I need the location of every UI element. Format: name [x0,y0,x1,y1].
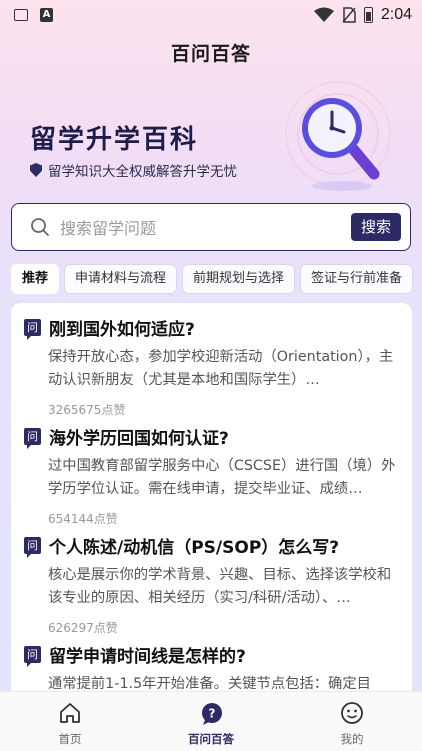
search-input[interactable] [58,214,352,242]
nav-profile-label: 我的 [340,732,364,746]
gallery-icon [14,9,28,21]
question-list: 问 刚到国外如何适应? 保持开放心态，参加学校迎新活动（Orientation）… [11,303,412,691]
tab-early-planning[interactable]: 前期规划与选择 [182,264,296,294]
notification-a-icon: A [40,8,53,22]
nav-profile[interactable]: 我的 [302,692,402,751]
page-title: 百问百答 [170,43,251,65]
like-count: 626297点赞 [48,621,118,635]
answer-preview: 保持开放心态，参加学校迎新活动（Orientation），主动认识新朋友（尤其是… [48,349,394,388]
answer-preview: 过中国教育部留学服务中心（CSCSE）进行国（境）外学历学位认证。需在线申请，提… [48,458,396,497]
nav-qa-label: 百问百答 [188,732,234,746]
question-title: 刚到国外如何适应? [49,319,195,340]
no-sim-icon [342,7,356,23]
nav-home[interactable]: 首页 [20,692,120,751]
list-item[interactable]: 问 留学申请时间线是怎样的? 通常提前1-1.5年开始准备。关键节点包括：确定目 [24,643,400,691]
tab-visa-preparation[interactable]: 签证与行前准备 [300,264,414,294]
question-icon: 问 [24,645,41,667]
nav-home-label: 首页 [58,732,82,746]
shield-icon [30,163,42,177]
svg-text:?: ? [209,707,216,721]
question-title: 留学申请时间线是怎样的? [49,646,246,667]
list-item[interactable]: 问 海外学历回国如何认证? 过中国教育部留学服务中心（CSCSE）进行国（境）外… [24,425,400,527]
question-title: 个人陈述/动机信（PS/SOP）怎么写? [49,537,340,558]
question-icon: 问 [24,318,41,340]
like-count: 3265675点赞 [48,403,126,417]
category-tabs: 推荐 申请材料与流程 前期规划与选择 签证与行前准备 [11,264,422,294]
search-icon [31,218,49,236]
home-icon [60,703,80,723]
bottom-nav: 首页 ? 百问百答 我的 [0,691,422,751]
search-bar: 搜索 [11,203,411,251]
nav-qa[interactable]: ? 百问百答 [161,692,261,751]
question-icon: 问 [24,427,41,449]
hero-subtitle: 留学知识大全权威解答升学无忧 [30,160,237,180]
clock: 2:04 [380,6,412,23]
wifi-icon [313,7,334,22]
hero-title: 留学升学百科 [30,125,199,155]
qa-icon: ? [202,703,222,725]
status-bar: A 2:04 [0,0,422,30]
search-button[interactable]: 搜索 [351,213,401,241]
like-count: 654144点赞 [48,512,118,526]
list-item[interactable]: 问 个人陈述/动机信（PS/SOP）怎么写? 核心是展示你的学术背景、兴趣、目标… [24,534,400,636]
question-title: 海外学历回国如何认证? [49,428,229,449]
magnifier-clock-illustration [285,81,391,191]
tab-application-materials[interactable]: 申请材料与流程 [64,264,178,294]
answer-preview: 核心是展示你的学术背景、兴趣、目标、选择该学校和该专业的原因、相关经历（实习/科… [48,567,392,606]
hero-subtitle-text: 留学知识大全权威解答升学无忧 [48,164,237,180]
profile-icon [341,702,363,724]
list-item[interactable]: 问 刚到国外如何适应? 保持开放心态，参加学校迎新活动（Orientation）… [24,316,400,418]
tab-recommended[interactable]: 推荐 [11,264,60,294]
question-icon: 问 [24,536,41,558]
answer-preview: 通常提前1-1.5年开始准备。关键节点包括：确定目 [48,676,371,691]
battery-icon [363,7,373,23]
